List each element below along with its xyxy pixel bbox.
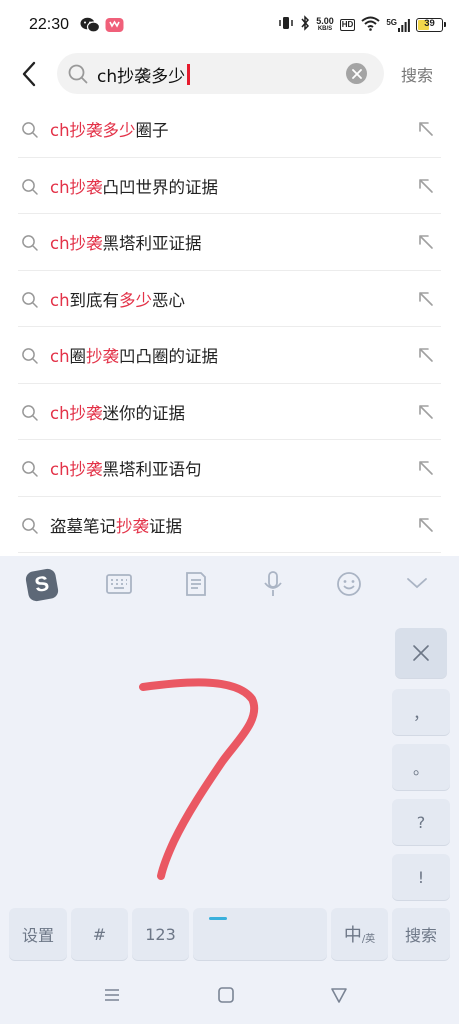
suggestion-text: ch抄袭迷你的证据 [50,403,186,423]
space-key[interactable] [193,908,327,960]
settings-key[interactable]: 设置 [9,908,67,960]
suggestion-text: ch圈抄袭凹凸圈的证据 [50,347,219,366]
suggestion-text: ch到底有多少恶心 [50,290,186,310]
close-icon [351,68,362,79]
handwriting-pad[interactable] [0,614,390,943]
wifi-icon [361,16,380,35]
number-key[interactable]: 123 [132,908,189,960]
app-notification-icon [105,16,124,37]
ime-logo[interactable]: S [24,567,60,603]
keyboard-layout-icon[interactable] [106,571,132,601]
search-icon [21,517,39,539]
suggestion-item[interactable]: ch抄袭迷你的证据 [18,384,441,440]
suggestion-item[interactable]: ch抄袭多少圈子 [18,101,441,158]
fill-query-arrow-icon[interactable] [417,120,435,142]
suggestion-list: ch抄袭多少圈子 ch抄袭凸凹世界的证据 ch抄袭黑塔利亚证据 ch到底有多少恶心 ch… [0,101,459,553]
language-switch-key[interactable]: 中/英 [331,908,388,960]
cellular-signal-icon: 5G [386,18,410,32]
fill-query-arrow-icon[interactable] [417,459,435,481]
suggestion-item[interactable]: ch抄袭黑塔利亚证据 [18,214,441,271]
search-icon [21,460,39,482]
search-input[interactable]: ch抄袭多少 [57,53,384,94]
wechat-icon [80,17,101,37]
search-icon [21,404,39,426]
suggestion-item[interactable]: 盗墓笔记抄袭证据 [18,497,441,553]
suggestion-text: ch抄袭凸凹世界的证据 [50,177,219,197]
search-icon [21,178,39,200]
hd-badge: HD [339,19,356,31]
clipboard-icon[interactable] [185,571,207,601]
search-query[interactable]: ch抄袭多少 [97,62,190,87]
text-cursor [187,64,190,85]
exclamation-key[interactable]: ! [392,854,450,900]
ime-keyboard: S ， 。 ? ! 设置 # 123 中 /英 搜索 [0,556,459,1024]
status-bar: 22:30 5.00 KB/S HD 5G 39 [0,0,459,50]
chevron-left-icon [22,61,36,87]
fill-query-arrow-icon[interactable] [417,233,435,255]
vibrate-icon [278,15,294,35]
suggestion-item[interactable]: ch到底有多少恶心 [18,271,441,327]
question-key[interactable]: ? [392,799,450,845]
fill-query-arrow-icon[interactable] [417,346,435,368]
fill-query-arrow-icon[interactable] [417,177,435,199]
delete-key[interactable] [395,628,447,678]
search-icon [21,234,39,256]
space-bar-icon [209,917,227,920]
handwriting-stroke [139,678,259,943]
home-icon[interactable] [217,986,235,1008]
suggestion-item[interactable]: ch抄袭凸凹世界的证据 [18,158,441,214]
menu-icon[interactable] [103,986,121,1008]
fill-query-arrow-icon[interactable] [417,516,435,538]
emoji-icon[interactable] [336,571,362,601]
period-key[interactable]: 。 [392,744,450,790]
suggestion-item[interactable]: ch抄袭黑塔利亚语句 [18,440,441,497]
bluetooth-icon [300,15,310,35]
chevron-down-icon[interactable] [405,574,429,596]
search-icon [67,63,89,89]
clear-button[interactable] [346,63,367,84]
close-icon [413,645,429,661]
system-navigation-bar [0,968,459,1024]
fill-query-arrow-icon[interactable] [417,403,435,425]
search-key[interactable]: 搜索 [392,908,450,960]
status-time: 22:30 [29,16,70,33]
microphone-icon[interactable] [262,571,284,601]
back-button[interactable] [18,60,44,88]
search-icon [21,121,39,143]
comma-key[interactable]: ， [392,689,450,735]
search-icon [21,347,39,369]
keyboard-toolbar: S [0,556,459,614]
battery-indicator: 39 [416,18,446,32]
back-triangle-icon[interactable] [330,986,348,1008]
suggestion-text: ch抄袭黑塔利亚语句 [50,460,202,479]
suggestion-text: ch抄袭黑塔利亚证据 [50,234,202,253]
suggestion-text: ch抄袭多少圈子 [50,121,169,140]
search-icon [21,291,39,313]
network-speed: 5.00 KB/S [316,16,334,33]
search-button[interactable]: 搜索 [401,62,433,86]
suggestion-item[interactable]: ch圈抄袭凹凸圈的证据 [18,327,441,384]
fill-query-arrow-icon[interactable] [417,290,435,312]
suggestion-text: 盗墓笔记抄袭证据 [50,516,182,536]
symbol-key[interactable]: # [71,908,128,960]
